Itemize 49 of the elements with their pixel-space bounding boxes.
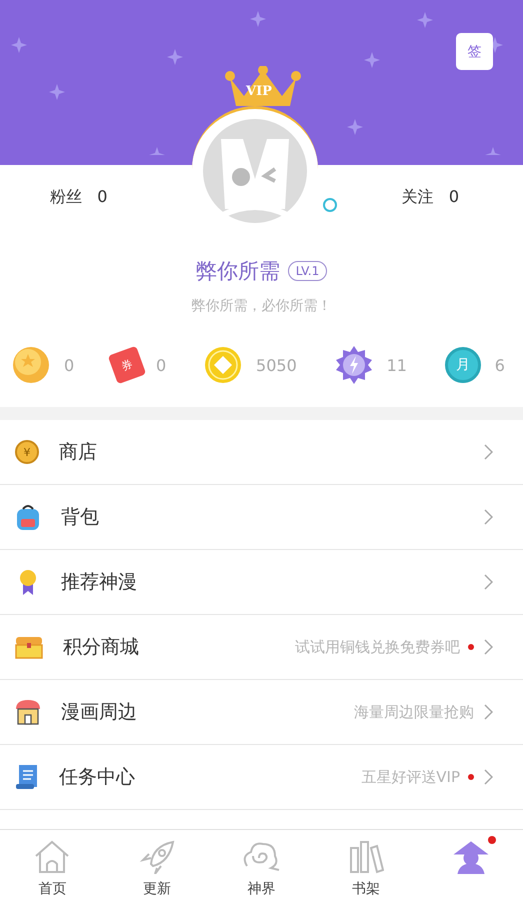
menu-label: 推荐神漫 xyxy=(61,570,137,595)
stat-label[interactable]: 粉丝 0 xyxy=(50,187,108,205)
cloud-swirl-icon xyxy=(241,840,282,874)
moon-coin-icon[interactable] xyxy=(12,346,50,384)
stat-label[interactable]: 关注 0 xyxy=(402,187,459,205)
nav-tab[interactable]: 神界 xyxy=(209,830,314,912)
chevron-right-icon xyxy=(484,444,493,460)
menu-row[interactable]: 积分商城 试试用铜钱兑换免费券吧 xyxy=(0,615,523,680)
menu-row[interactable]: 漫画周边 海量周边限量抢购 xyxy=(0,680,523,745)
backpack-icon xyxy=(15,503,41,531)
nav-tab[interactable]: 首页 xyxy=(0,830,105,912)
currency-count: 0 xyxy=(156,356,166,374)
chevron-right-icon xyxy=(484,704,493,720)
shop-house-icon xyxy=(15,699,41,725)
menu-row[interactable]: ¥ 商店 xyxy=(0,420,523,485)
currency-count: 11 xyxy=(386,356,407,374)
menu-hint: 试试用铜钱兑换免费券吧 xyxy=(295,638,460,656)
rocket-icon xyxy=(138,840,175,874)
currency-count: 0 xyxy=(64,356,74,374)
treasure-chest-icon xyxy=(15,635,43,659)
home-icon xyxy=(34,840,70,874)
user-name: 弊你所需 xyxy=(196,258,280,285)
lightning-badge-icon[interactable] xyxy=(334,346,373,384)
menu-hint: 海量周边限量抢购 xyxy=(354,702,474,722)
menu-label: 积分商城 xyxy=(63,635,139,660)
menu-row[interactable]: 背包 xyxy=(0,485,523,550)
bookshelf-icon xyxy=(348,840,384,874)
menu-label: 商店 xyxy=(59,440,97,465)
currency-count: 6 xyxy=(494,356,505,374)
menu-row[interactable]: 任务中心 五星好评送VIP xyxy=(0,745,523,810)
menu-label: 任务中心 xyxy=(59,765,135,790)
user-motto: 弊你所需，必你所需！ xyxy=(190,297,332,315)
scroll-document-icon xyxy=(15,764,39,790)
chevron-right-icon xyxy=(484,639,493,655)
menu-row[interactable]: 推荐神漫 xyxy=(0,550,523,615)
chevron-right-icon xyxy=(484,769,493,785)
chevron-right-icon xyxy=(484,574,493,590)
nav-tab[interactable]: 书架 xyxy=(314,830,418,912)
yen-coin-icon: ¥ xyxy=(15,440,39,464)
sign-in-button[interactable]: 签 xyxy=(456,33,493,70)
ticket-icon[interactable]: 券 xyxy=(108,346,146,384)
menu-label: 漫画周边 xyxy=(61,700,137,725)
currency-count: 5050 xyxy=(256,356,297,374)
menu-hint: 五星好评送VIP xyxy=(361,768,460,786)
level-badge: LV.1 xyxy=(288,261,328,281)
nav-tab[interactable]: 更新 xyxy=(104,830,210,912)
chevron-right-icon xyxy=(484,509,493,525)
menu-label: 背包 xyxy=(61,505,99,530)
straw-hat-person-icon xyxy=(452,840,490,874)
